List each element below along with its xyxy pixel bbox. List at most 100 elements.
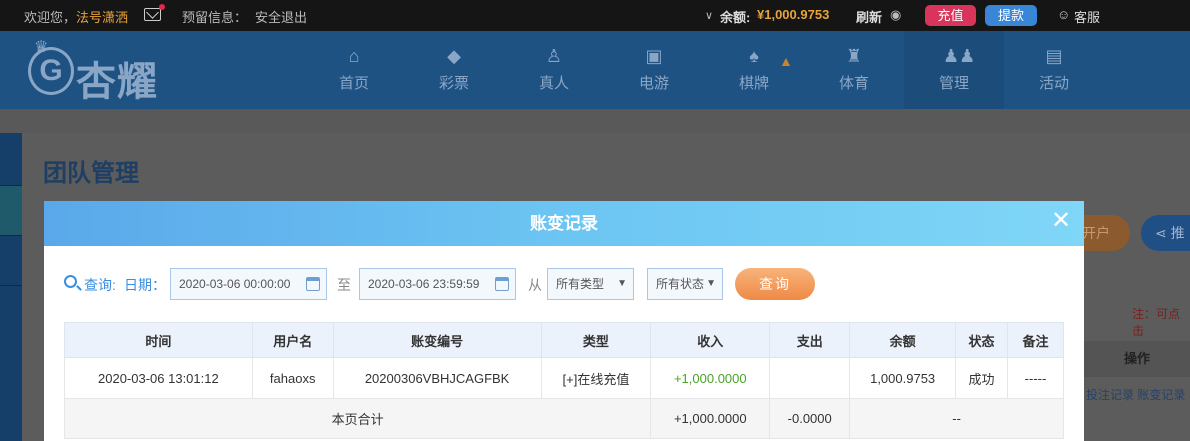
query-label: 查询: bbox=[84, 277, 116, 293]
logo-text: 杏耀 bbox=[76, 60, 158, 104]
nav-label: 体育 bbox=[838, 75, 869, 92]
cell-status: 成功 bbox=[955, 357, 1009, 399]
hint-note: 注：可点击 bbox=[1132, 307, 1181, 338]
cell-expense bbox=[769, 357, 851, 399]
calendar-icon[interactable] bbox=[306, 277, 320, 291]
logout-link[interactable]: 安全退出 bbox=[255, 7, 307, 26]
filter-bar: 查询: 日期： 2020-03-06 00:00:00 至 2020-03-06… bbox=[44, 246, 1084, 324]
to-label: 至 bbox=[337, 277, 351, 293]
status-select-value: 所有状态 bbox=[656, 277, 705, 291]
query-button[interactable]: 查询 bbox=[735, 268, 815, 300]
cell-type: [+]在线充值 bbox=[540, 357, 652, 399]
promo-button[interactable]: ⋖ 推 bbox=[1141, 215, 1190, 251]
reserve-info-label: 预留信息： bbox=[182, 10, 248, 25]
sub-strip bbox=[0, 109, 1190, 133]
nav-item-cards[interactable]: ♠ 棋牌 ▲ bbox=[704, 31, 804, 109]
col-username: 用户名 bbox=[251, 322, 334, 358]
trophy-icon: ♜ bbox=[845, 46, 863, 66]
account-records-link[interactable]: 账变记录 bbox=[1137, 388, 1185, 402]
nav-item-sports[interactable]: ♜ 体育 bbox=[804, 31, 904, 109]
unread-dot bbox=[159, 4, 165, 10]
nav-label: 彩票 bbox=[438, 75, 469, 92]
chat-icon[interactable]: ☺ bbox=[1057, 7, 1070, 22]
nav-item-promotions[interactable]: ▤ 活动 bbox=[1004, 31, 1104, 109]
divider bbox=[0, 185, 22, 186]
nav-label: 电游 bbox=[638, 75, 669, 92]
nav-label: 棋牌 bbox=[738, 75, 769, 92]
cell-time: 2020-03-06 13:01:12 bbox=[64, 357, 253, 399]
cards-icon: ♠ bbox=[749, 46, 759, 66]
dialog-header: 账变记录 ✕ bbox=[44, 201, 1084, 246]
gift-icon: ▤ bbox=[1045, 46, 1063, 66]
top-bar: 欢迎您， 法号潇洒 预留信息： 安全退出 ∨ 余额: ¥1,000.9753 刷… bbox=[0, 0, 1190, 31]
home-icon: ⌂ bbox=[348, 46, 360, 66]
date-from-input[interactable]: 2020-03-06 00:00:00 bbox=[170, 268, 327, 300]
cell-balance: 1,000.9753 bbox=[849, 357, 957, 399]
side-menu-active-item[interactable] bbox=[0, 185, 22, 235]
bet-records-link[interactable]: 投注记录 bbox=[1086, 388, 1134, 402]
cell-remark: ----- bbox=[1007, 357, 1064, 399]
nav-item-lottery[interactable]: ◆ 彩票 bbox=[404, 31, 504, 109]
nav-label: 首页 bbox=[338, 75, 369, 92]
customer-service-link[interactable]: 客服 bbox=[1074, 7, 1100, 26]
chevron-down-icon[interactable]: ∨ bbox=[705, 9, 713, 22]
dropdown-arrow-icon: ▼ bbox=[617, 278, 627, 289]
dialog-title: 账变记录 bbox=[530, 214, 598, 233]
col-status: 状态 bbox=[955, 322, 1009, 358]
from-label: 从 bbox=[528, 277, 542, 293]
summary-row: 本页合计 +1,000.0000 -0.0000 -- bbox=[63, 398, 1064, 439]
col-balance: 余额 bbox=[849, 322, 957, 358]
hot-flame-icon: ▲ bbox=[779, 53, 793, 69]
calendar-icon[interactable] bbox=[495, 277, 509, 291]
nav-item-manage[interactable]: ♟♟ 管理 bbox=[904, 31, 1004, 109]
side-menu bbox=[0, 133, 22, 441]
date-label: 日期： bbox=[124, 277, 166, 293]
cell-income: +1,000.0000 bbox=[650, 357, 771, 399]
table-row: 2020-03-06 13:01:12 fahaoxs 20200306VBHJ… bbox=[64, 357, 1064, 399]
status-select[interactable]: 所有状态 ▼ bbox=[647, 268, 723, 300]
page-title: 团队管理 bbox=[43, 160, 139, 187]
nav-label: 真人 bbox=[538, 75, 569, 92]
date-from-value: 2020-03-06 00:00:00 bbox=[179, 277, 291, 291]
search-icon bbox=[64, 275, 77, 288]
withdraw-button[interactable]: 提款 bbox=[985, 5, 1037, 26]
arcade-icon: ▣ bbox=[645, 46, 663, 66]
nav-label: 管理 bbox=[938, 75, 969, 92]
eye-hidden-icon[interactable]: ◉ bbox=[890, 7, 901, 23]
row-actions: 投注记录 账变记录 bbox=[1086, 386, 1185, 403]
type-select[interactable]: 所有类型 ▼ bbox=[547, 268, 634, 300]
type-select-value: 所有类型 bbox=[556, 277, 605, 291]
ticket-icon: ◆ bbox=[447, 46, 461, 66]
site-logo[interactable]: ♛ G 杏耀 bbox=[26, 39, 176, 104]
deposit-button[interactable]: 充值 bbox=[925, 5, 976, 26]
records-table: 时间 用户名 账变编号 类型 收入 支出 余额 状态 备注 2020-03-06… bbox=[63, 322, 1064, 439]
col-type: 类型 bbox=[540, 322, 652, 358]
summary-expense: -0.0000 bbox=[769, 398, 851, 439]
divider bbox=[0, 285, 22, 286]
nav-item-home[interactable]: ⌂ 首页 bbox=[304, 31, 404, 109]
summary-rest: -- bbox=[849, 398, 1064, 439]
mail-icon[interactable] bbox=[144, 4, 165, 21]
col-time: 时间 bbox=[64, 322, 253, 358]
username-link[interactable]: 法号潇洒 bbox=[76, 7, 128, 26]
cell-change-id: 20200306VBHJCAGFBK bbox=[332, 357, 542, 399]
close-icon[interactable]: ✕ bbox=[1050, 209, 1072, 233]
summary-income: +1,000.0000 bbox=[650, 398, 771, 439]
dropdown-arrow-icon: ▼ bbox=[706, 278, 716, 289]
nav-item-slots[interactable]: ▣ 电游 bbox=[604, 31, 704, 109]
col-remark: 备注 bbox=[1007, 322, 1064, 358]
operations-header: 操作 bbox=[1084, 341, 1190, 377]
refresh-link[interactable]: 刷新 bbox=[856, 7, 882, 26]
col-expense: 支出 bbox=[769, 322, 851, 358]
nav-item-live[interactable]: ♙ 真人 bbox=[504, 31, 604, 109]
welcome-text: 欢迎您， bbox=[24, 10, 77, 25]
summary-label: 本页合计 bbox=[63, 398, 652, 439]
col-income: 收入 bbox=[650, 322, 771, 358]
date-to-input[interactable]: 2020-03-06 23:59:59 bbox=[359, 268, 516, 300]
logo-mark: G bbox=[28, 47, 74, 95]
nav-label: 活动 bbox=[1038, 75, 1069, 92]
promo-label: 推 bbox=[1170, 225, 1185, 241]
account-change-dialog: 账变记录 ✕ 查询: 日期： 2020-03-06 00:00:00 至 202… bbox=[44, 201, 1084, 441]
balance-value: ¥1,000.9753 bbox=[757, 7, 830, 22]
share-icon: ⋖ bbox=[1155, 225, 1171, 241]
